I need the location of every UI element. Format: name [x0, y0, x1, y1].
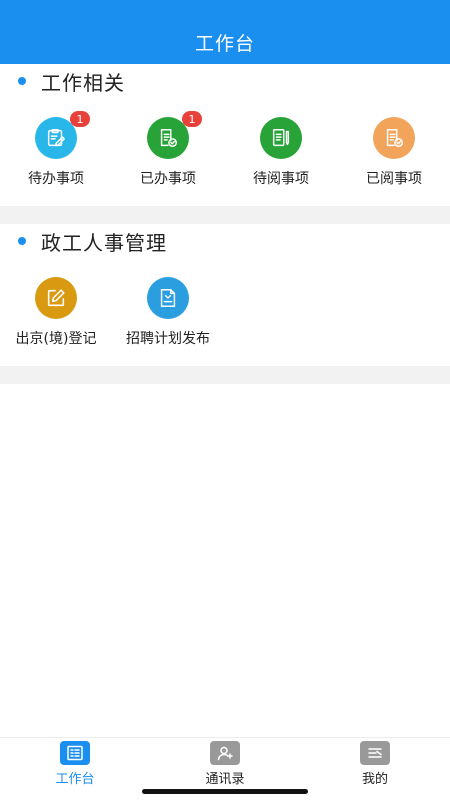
tab-workbench-label: 工作台 [55, 772, 95, 787]
travel-registration-entry[interactable]: 出京(境)登记 [0, 277, 112, 357]
section-header-work: 工作相关 [0, 63, 450, 99]
to-read-items-label: 待阅事项 [253, 171, 309, 187]
done-items-entry[interactable]: 1 已办事项 [112, 111, 224, 197]
to-read-items-entry[interactable]: 待阅事项 [225, 117, 337, 197]
document-check-icon: 1 [147, 111, 202, 159]
tab-workbench[interactable]: 工作台 [0, 741, 150, 787]
tab-contacts-label: 通讯录 [205, 772, 245, 787]
document-pen-icon [260, 117, 302, 159]
travel-registration-label: 出京(境)登记 [15, 331, 97, 347]
section-title: 工作相关 [41, 70, 125, 95]
done-items-label: 已办事项 [140, 171, 196, 187]
profile-card-icon [360, 741, 390, 765]
bullet-dot-icon [18, 77, 26, 85]
home-indicator [142, 789, 308, 794]
page-title: 工作台 [194, 33, 255, 55]
bullet-dot-icon [18, 237, 26, 245]
workbench-icon [60, 741, 90, 765]
tab-profile[interactable]: 我的 [300, 741, 450, 787]
section-divider [0, 206, 450, 224]
tab-profile-label: 我的 [361, 772, 388, 787]
section-divider [0, 366, 450, 384]
app-header: 工作台 [0, 0, 450, 64]
section-title: 政工人事管理 [41, 230, 167, 255]
recruitment-plan-entry[interactable]: 招聘计划发布 [112, 277, 224, 357]
section-header-personnel: 政工人事管理 [0, 223, 450, 259]
publish-document-icon [147, 277, 189, 319]
edit-square-icon [35, 277, 77, 319]
unread-count-badge: 1 [182, 111, 202, 127]
unread-count-badge: 1 [70, 111, 90, 127]
tab-contacts[interactable]: 通讯录 [150, 741, 300, 787]
read-items-label: 已阅事项 [366, 171, 422, 187]
document-check-icon [373, 117, 415, 159]
read-items-entry[interactable]: 已阅事项 [338, 117, 450, 197]
contacts-icon [210, 741, 240, 765]
todo-items-entry[interactable]: 1 待办事项 [0, 111, 112, 197]
clipboard-edit-icon: 1 [35, 111, 90, 159]
recruitment-plan-label: 招聘计划发布 [126, 331, 210, 347]
todo-items-label: 待办事项 [28, 171, 84, 187]
